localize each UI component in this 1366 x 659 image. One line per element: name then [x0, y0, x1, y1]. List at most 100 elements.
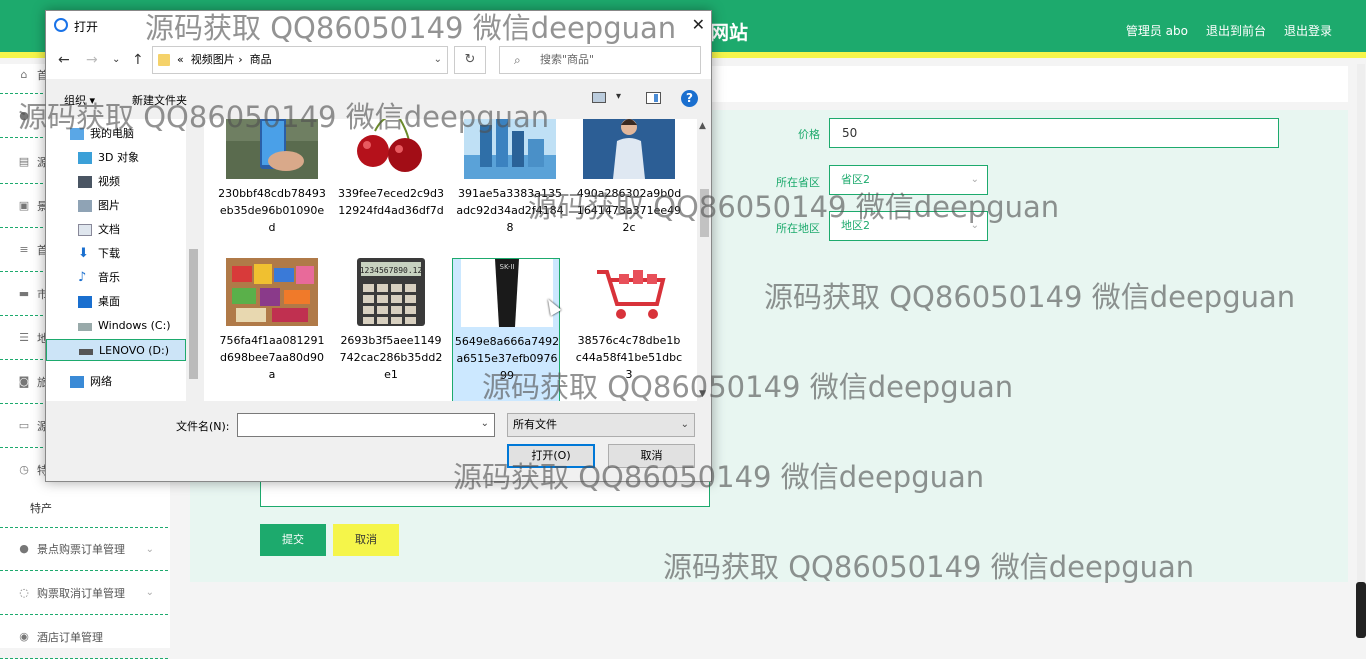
- sliders-icon: ☰: [19, 330, 29, 344]
- network-icon: [70, 376, 84, 388]
- tree-item-music[interactable]: ♪ 音乐: [46, 267, 186, 289]
- print-icon: ▬: [18, 286, 30, 300]
- refresh-icon: ↻: [464, 52, 476, 67]
- file-item[interactable]: 756fa4f1aa081291d698bee7aa80d90a: [218, 258, 324, 401]
- exit-to-frontend-link[interactable]: 退出到前台: [1206, 22, 1266, 39]
- file-item[interactable]: 1234567890.12 2693b3f5aee1149742cac286b3…: [337, 258, 442, 401]
- file-item[interactable]: 339fee7eced2c9d312924fd4ad36df7d: [337, 119, 444, 256]
- search-input[interactable]: ⌕ 搜索"商品": [499, 46, 701, 74]
- circle-icon: ◌: [19, 585, 29, 599]
- header-nav: 管理员 abo 退出到前台 退出登录: [1126, 22, 1332, 39]
- sidebar-subitem-specialty[interactable]: 特产: [30, 500, 52, 516]
- user-icon: ●: [19, 542, 29, 555]
- navigation-tree: 我的电脑 3D 对象 视频 图片 文档 ⬇ 下载 ♪ 音乐 桌面 Windows (…: [46, 119, 201, 401]
- search-icon: ⌕: [514, 53, 521, 67]
- chevron-down-icon: ⌄: [145, 543, 154, 555]
- watermark: 源码获取 QQ86050149 微信deepguan: [18, 100, 550, 134]
- close-icon[interactable]: ✕: [692, 15, 705, 34]
- tree-scrollbar[interactable]: [186, 119, 201, 401]
- ticket-icon: ◙: [18, 374, 30, 388]
- filename-input[interactable]: ⌄: [237, 413, 495, 437]
- forward-arrow-icon[interactable]: →: [86, 52, 98, 68]
- skii-brand-text: SK-II: [500, 263, 515, 271]
- menu-icon: ≡: [19, 242, 29, 256]
- comment-icon: ▭: [18, 418, 30, 432]
- page-scrollbar[interactable]: [1357, 64, 1365, 584]
- thumbnail-skincare: SK-II: [461, 259, 553, 327]
- watermark: 源码获取 QQ86050149 微信deepguan: [528, 190, 1060, 224]
- tree-item-lenovo-d[interactable]: LENOVO (D:): [46, 339, 186, 361]
- submit-button[interactable]: 提交: [260, 524, 326, 556]
- chevron-down-icon[interactable]: ⌄: [434, 47, 442, 73]
- drive-icon: [79, 349, 93, 355]
- tree-item-3d-objects[interactable]: 3D 对象: [46, 147, 186, 169]
- page-scrollbar-thumb[interactable]: [1356, 582, 1366, 638]
- tree-item-desktop[interactable]: 桌面: [46, 291, 186, 313]
- tree-scrollbar-thumb[interactable]: [189, 249, 198, 379]
- scroll-up-icon[interactable]: ▲: [699, 121, 706, 131]
- file-name: 230bbf48cdb78493eb35de96b01090ed: [218, 187, 326, 234]
- site-title: 网站: [710, 22, 749, 44]
- tree-item-pictures[interactable]: 图片: [46, 195, 186, 217]
- chevron-down-icon: ⌄: [145, 587, 154, 598]
- tree-item-windows-c[interactable]: Windows (C:): [46, 315, 186, 337]
- recent-dropdown-icon[interactable]: ⌄: [112, 54, 120, 65]
- refresh-button[interactable]: ↻: [454, 46, 486, 74]
- dialog-title: 打开: [74, 20, 99, 34]
- home-icon: ⌂: [20, 67, 28, 81]
- clipboard-icon: ▣: [18, 198, 30, 212]
- watermark: 源码获取 QQ86050149 微信deepguan: [453, 460, 985, 494]
- filetype-select[interactable]: 所有文件 ⌄: [507, 413, 695, 437]
- file-item[interactable]: 230bbf48cdb78493eb35de96b01090ed: [218, 119, 326, 256]
- cube-icon: [78, 152, 92, 164]
- folder-icon: [158, 54, 170, 66]
- sidebar-item-hotel-orders[interactable]: ◉ 酒店订单管理: [0, 615, 168, 659]
- breadcrumb-products[interactable]: 商品: [250, 53, 272, 66]
- cancel-button[interactable]: 取消: [333, 524, 399, 556]
- compass-icon: ◉: [19, 629, 29, 643]
- clock-icon: ◷: [19, 463, 29, 476]
- tree-item-videos[interactable]: 视频: [46, 171, 186, 193]
- file-open-dialog: 打开 ✕ ← → ⌄ ↑ « 视频图片 › 商品 ⌄ ↻ ⌕ 搜索"商品" 组织…: [45, 10, 712, 482]
- chevron-down-icon[interactable]: ⌄: [481, 418, 489, 429]
- picture-icon: [78, 200, 92, 212]
- tree-item-network[interactable]: 网络: [46, 371, 186, 393]
- music-icon: ♪: [78, 270, 87, 285]
- watermark: 源码获取 QQ86050149 微信deepguan: [764, 280, 1296, 314]
- thumbnail-woman: [583, 119, 675, 179]
- document-icon: [78, 224, 92, 236]
- logout-link[interactable]: 退出登录: [1284, 22, 1332, 39]
- video-icon: [78, 176, 92, 188]
- download-icon: ⬇: [78, 246, 89, 261]
- sidebar-item-ticket-orders[interactable]: ● 景点购票订单管理 ⌄: [0, 527, 168, 571]
- browser-logo-icon: [54, 18, 68, 32]
- chevron-down-icon[interactable]: ▾: [616, 91, 621, 102]
- view-mode-icon[interactable]: [592, 92, 606, 103]
- thumbnail-calculator: 1234567890.12: [345, 258, 437, 326]
- admin-user-link[interactable]: 管理员 abo: [1126, 22, 1188, 39]
- back-arrow-icon[interactable]: ←: [58, 52, 70, 68]
- calculator-display-text: 1234567890.12: [360, 266, 423, 275]
- watermark: 源码获取 QQ86050149 微信deepguan: [145, 11, 677, 45]
- thumbnail-shopping-cart: [583, 258, 675, 326]
- thumbnail-snacks: [226, 258, 318, 326]
- help-icon[interactable]: ?: [681, 90, 698, 107]
- address-bar[interactable]: « 视频图片 › 商品 ⌄: [152, 46, 448, 74]
- breadcrumb-videos-pictures[interactable]: 视频图片: [191, 53, 235, 66]
- preview-pane-icon[interactable]: [646, 92, 661, 104]
- file-name: 339fee7eced2c9d312924fd4ad36df7d: [338, 187, 444, 217]
- sidebar-item-cancel-orders[interactable]: ◌ 购票取消订单管理 ⌄: [0, 571, 168, 615]
- price-input[interactable]: 50: [829, 118, 1279, 148]
- address-prefix[interactable]: «: [177, 53, 184, 66]
- watermark: 源码获取 QQ86050149 微信deepguan: [663, 550, 1195, 584]
- chevron-down-icon: ⌄: [680, 419, 689, 430]
- drive-icon: [78, 323, 92, 331]
- list-icon: ▤: [18, 154, 30, 168]
- files-scrollbar[interactable]: ▲ ▼: [697, 119, 711, 401]
- tree-item-documents[interactable]: 文档: [46, 219, 186, 241]
- file-list: 230bbf48cdb78493eb35de96b01090ed 339fee7…: [204, 119, 697, 401]
- watermark: 源码获取 QQ86050149 微信deepguan: [482, 370, 1014, 404]
- up-arrow-icon[interactable]: ↑: [132, 52, 144, 68]
- desktop-icon: [78, 296, 92, 308]
- tree-item-downloads[interactable]: ⬇ 下载: [46, 243, 186, 265]
